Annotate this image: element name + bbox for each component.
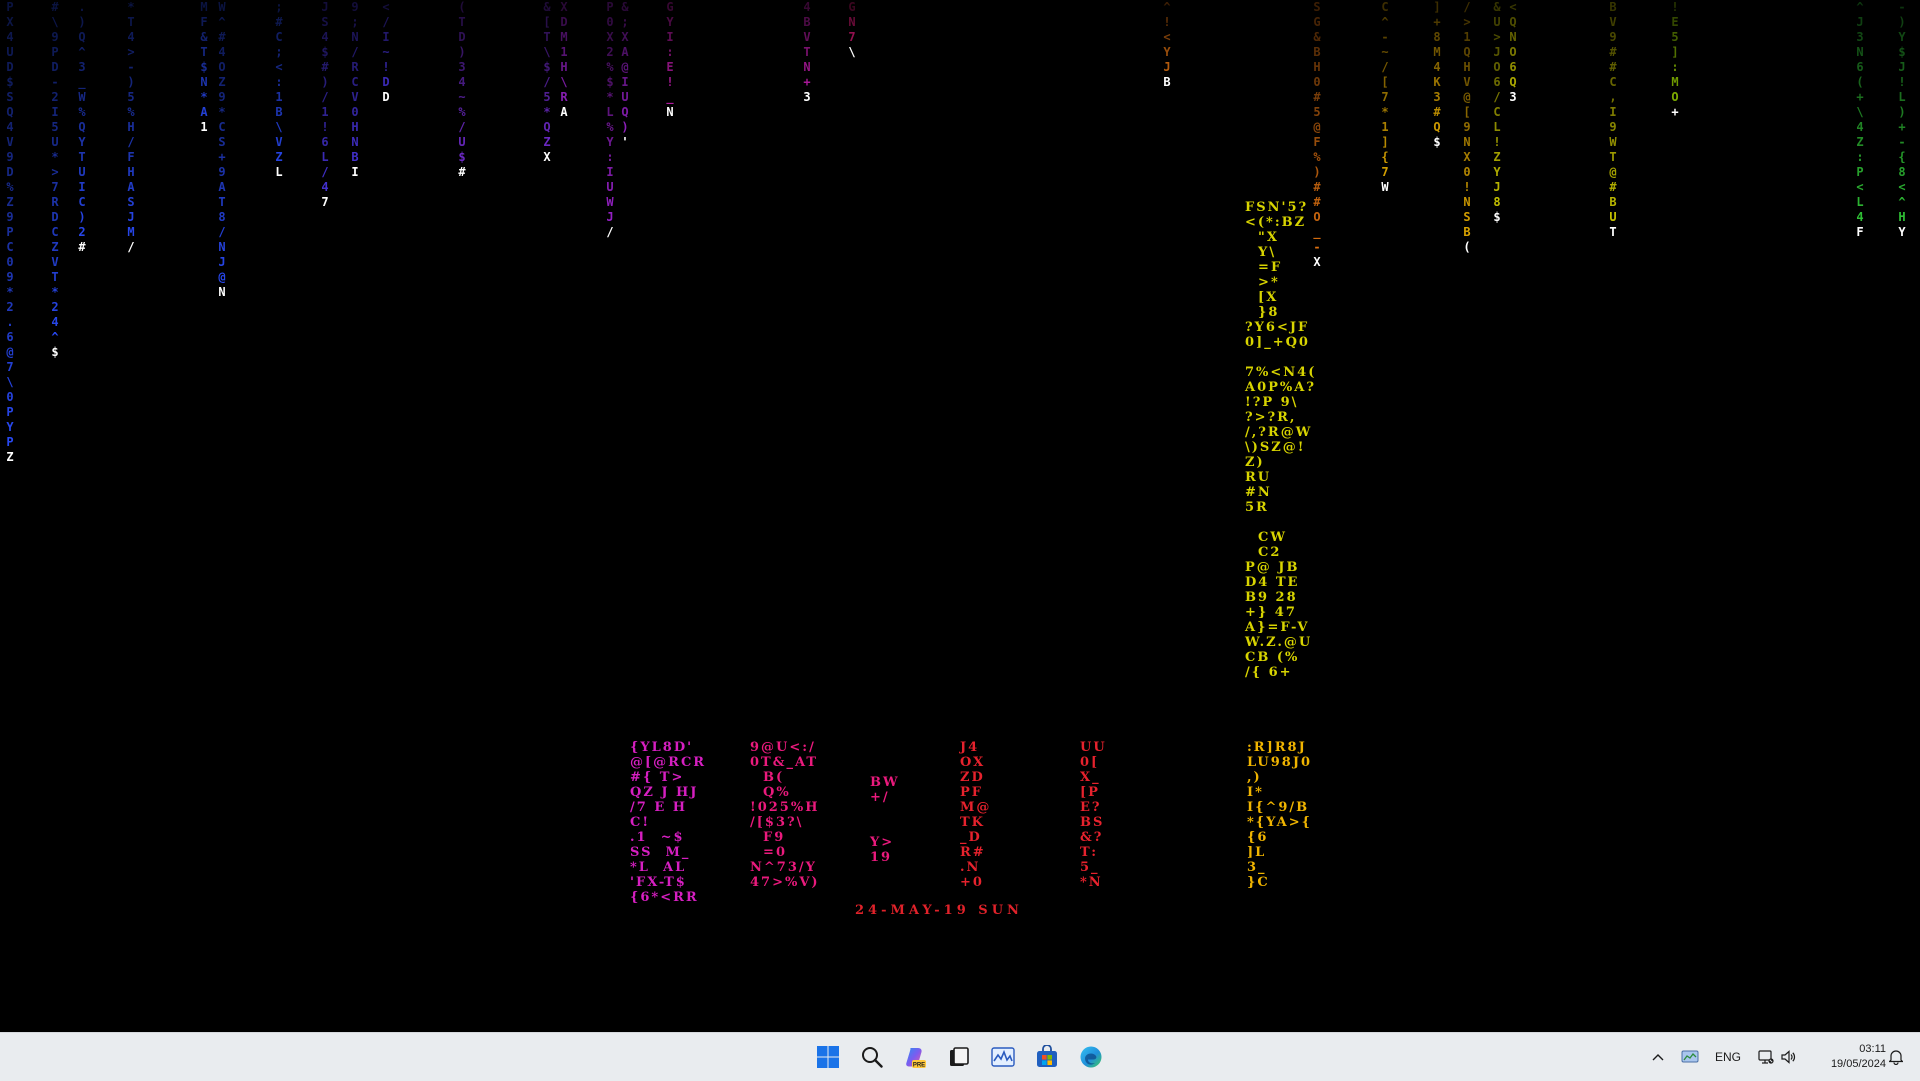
clock-time: 03:11 xyxy=(1859,1043,1886,1055)
speaker-icon xyxy=(1781,1050,1796,1064)
language-indicator[interactable]: ENG xyxy=(1712,1033,1744,1081)
task-manager-button[interactable] xyxy=(985,1039,1021,1075)
search-button[interactable] xyxy=(854,1039,890,1075)
network-icon xyxy=(1758,1050,1774,1064)
taskbar: PRE ENG 03:11 19/05/2024 xyxy=(0,1032,1920,1081)
show-hidden-icons-chevron[interactable] xyxy=(1647,1033,1669,1081)
preview-badge: PRE xyxy=(913,1062,925,1068)
edge-button[interactable] xyxy=(1073,1039,1109,1075)
edge-icon xyxy=(1080,1046,1102,1068)
clock-digit-block: J4 OX ZD PF M@ TK _D R# .N +0 xyxy=(960,740,992,890)
chevron-up-icon xyxy=(1652,1054,1664,1061)
copilot-button[interactable]: PRE xyxy=(898,1039,934,1075)
copilot-icon: PRE xyxy=(906,1048,926,1068)
store-button[interactable] xyxy=(1029,1039,1065,1075)
clock-digit-block: :R]R8J LU98J0 ,) I* I{^9/B *{YA>{ {6 ]L … xyxy=(1247,740,1313,890)
clock-digit-block: UU 0[ X_ [P E? BS &? T: 5_ *N xyxy=(1080,740,1107,890)
clock-digit-block: 9@U<:/ 0T&_AT B( Q% !025%H /[$3?\ F9 =0 … xyxy=(750,740,820,890)
store-icon xyxy=(1037,1045,1057,1067)
desktop[interactable]: P X 4 U D $ S Q 4 V 9 D% Z 9 P C 0 9 * 2. 6 @7 \ 0 P Y P Z # \ 9 P D -2 I 5… xyxy=(0,0,1920,1032)
matrix-clock-digits: {YL8D' @[@RCR #{ T> QZ J HJ /7 E H C! .1… xyxy=(0,0,1920,1032)
clock-date: 19/05/2024 xyxy=(1830,1058,1886,1070)
clock-digit-block: BW +/ Y> 19 xyxy=(870,775,900,865)
bell-icon xyxy=(1889,1050,1903,1065)
network-status[interactable] xyxy=(1756,1033,1776,1081)
volume-control[interactable] xyxy=(1778,1033,1798,1081)
clock-digit-block: FSN'5? <(*:BZ "X Y\ =F >* [X }8 ?Y6<JF 0… xyxy=(1245,200,1317,680)
clock-digit-block: {YL8D' @[@RCR #{ T> QZ J HJ /7 E H C! .1… xyxy=(630,740,707,905)
screensaver-date: 24-MAY-19 SUN xyxy=(855,903,1023,918)
notifications-button[interactable] xyxy=(1884,1033,1908,1081)
search-icon xyxy=(862,1047,883,1068)
windows-logo-icon xyxy=(817,1046,839,1068)
task-view-icon xyxy=(950,1047,969,1066)
task-view-button[interactable] xyxy=(941,1039,977,1075)
taskbar-clock[interactable]: 03:11 19/05/2024 xyxy=(1796,1039,1886,1075)
tray-app-icon[interactable] xyxy=(1678,1033,1702,1081)
monitor-chart-icon xyxy=(1681,1050,1699,1063)
task-manager-icon xyxy=(991,1047,1015,1067)
start-button[interactable] xyxy=(810,1039,846,1075)
